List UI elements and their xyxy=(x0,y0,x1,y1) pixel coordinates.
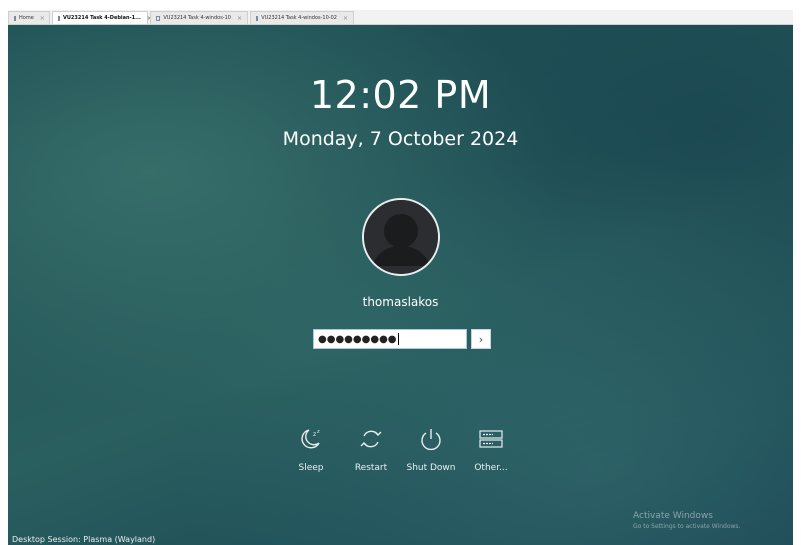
switch-user-icon xyxy=(479,430,503,448)
tab-label: Home xyxy=(19,15,34,21)
sleep-icon: z z xyxy=(301,429,320,449)
close-icon[interactable]: × xyxy=(343,15,348,22)
password-input[interactable]: ●●●●●●●●● xyxy=(313,329,467,349)
power-actions: z z Sleep Restart Shut Down Other... xyxy=(291,427,511,487)
restart-button[interactable]: Restart xyxy=(341,427,401,473)
tab-label: VU23214 Task 4-Debian-1... xyxy=(63,15,141,21)
tab-label: VU23214 Task 4-windos-10-02 xyxy=(261,15,337,21)
vm-icon xyxy=(256,15,259,21)
watermark-subtitle: Go to Settings to activate Windows. xyxy=(633,523,741,530)
app-window: Home × VU23214 Task 4-Debian-1... × VU23… xyxy=(0,0,801,545)
clock-time: 12:02 PM xyxy=(309,73,492,117)
sleep-label: Sleep xyxy=(298,463,324,473)
power-icon xyxy=(421,429,441,451)
tab-bar: Home × VU23214 Task 4-Debian-1... × VU23… xyxy=(8,10,793,25)
watermark-title: Activate Windows xyxy=(633,511,713,521)
shutdown-label: Shut Down xyxy=(406,463,456,473)
tab-debian[interactable]: VU23214 Task 4-Debian-1... × xyxy=(52,11,152,24)
other-label: Other... xyxy=(474,463,508,473)
password-dots: ●●●●●●●●● xyxy=(318,333,397,345)
lock-screen: 12:02 PM Monday, 7 October 2024 thomasla… xyxy=(8,25,793,545)
restart-label: Restart xyxy=(354,463,388,473)
tab-windows10[interactable]: VU23214 Task 4-windos-10 × xyxy=(150,11,248,24)
avatar xyxy=(362,198,440,276)
svg-text:z: z xyxy=(317,429,320,435)
close-icon[interactable]: × xyxy=(237,15,242,22)
restart-icon xyxy=(360,430,382,448)
login-submit-button[interactable]: › xyxy=(471,329,491,349)
shutdown-button[interactable]: Shut Down xyxy=(401,427,461,473)
tab-label: VU23214 Task 4-windos-10 xyxy=(163,15,231,21)
home-icon xyxy=(14,15,16,21)
close-icon[interactable]: × xyxy=(40,15,45,22)
tab-home[interactable]: Home × xyxy=(8,11,50,24)
other-button[interactable]: Other... xyxy=(461,427,521,473)
sleep-button[interactable]: z z Sleep xyxy=(281,427,341,473)
clock-date: Monday, 7 October 2024 xyxy=(282,128,519,150)
vm-icon xyxy=(156,15,161,21)
svg-text:z: z xyxy=(313,431,316,438)
tab-windows10-02[interactable]: VU23214 Task 4-windos-10-02 × xyxy=(250,11,354,24)
chevron-right-icon: › xyxy=(478,332,484,346)
activation-watermark: Activate Windows Go to Settings to activ… xyxy=(633,511,740,530)
username-label: thomaslakos xyxy=(362,295,439,309)
user-silhouette-icon xyxy=(364,200,438,274)
text-caret xyxy=(397,333,399,345)
desktop-session-selector[interactable]: Desktop Session: Plasma (Wayland) xyxy=(12,535,155,544)
vm-icon xyxy=(58,15,60,21)
